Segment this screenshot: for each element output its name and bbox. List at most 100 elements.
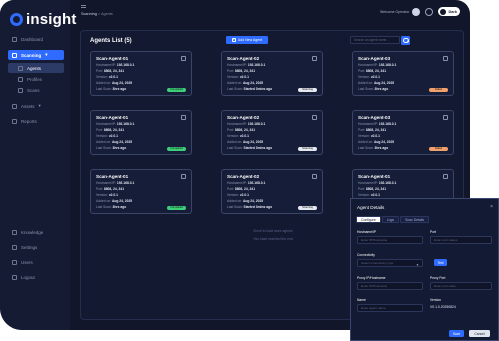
theme-toggle[interactable]: Dark	[438, 7, 460, 16]
plus-icon: +	[231, 38, 236, 42]
status-badge: Scanning	[298, 205, 317, 210]
cancel-button[interactable]: Cancel	[469, 330, 490, 337]
sidebar-item-profiles[interactable]: Profiles	[8, 74, 64, 84]
save-button[interactable]: Save	[449, 330, 464, 337]
name-label: Name	[357, 298, 366, 302]
agent-version: Version: v2.0.1	[227, 134, 250, 138]
sidebar-item-knowledge[interactable]: Knowledge	[8, 227, 64, 237]
agent-card[interactable]: Scan-Agent-02 Hostname/IP: 192.168.0.1 Por…	[221, 110, 323, 155]
sidebar-item-label: Settings	[21, 244, 38, 250]
open-details-icon[interactable]	[181, 173, 186, 179]
agent-host: Hostname/IP: 192.168.0.1	[358, 63, 397, 67]
menu-icon[interactable]	[81, 5, 86, 8]
sidebar-item-settings[interactable]: Settings	[8, 242, 64, 252]
sidebar-item-agents[interactable]: Agents	[8, 63, 64, 73]
agent-added: Added on: Aug 24, 2025	[358, 140, 395, 144]
agent-host: Hostname/IP: 192.168.0.1	[358, 181, 397, 185]
connectivity-placeholder: Select connectivity type	[361, 261, 394, 265]
proxy-host-field[interactable]: Enter IP/Hostname	[357, 282, 423, 290]
agent-details-modal: Agent Details × Configure Logs Scan Deta…	[350, 198, 499, 341]
agent-card[interactable]: Scan-Agent-02 Hostname/IP: 192.168.0.1 Por…	[221, 169, 323, 214]
status-badge: Scanning	[298, 146, 317, 151]
proxy-port-field[interactable]: Enter port value	[430, 282, 492, 290]
agent-last-scan: Last Scan: 3hrs ago	[96, 146, 127, 150]
sidebar-item-scans[interactable]: Scans	[8, 85, 64, 95]
agent-card[interactable]: Scan-Agent-01 Hostname/IP: 192.168.0.1 Por…	[90, 110, 192, 155]
sidebar-item-assets[interactable]: Assets ▾	[8, 101, 64, 111]
agent-host: Hostname/IP: 192.168.0.1	[227, 181, 266, 185]
users-icon	[12, 259, 17, 265]
sidebar-item-users[interactable]: Users	[8, 257, 64, 267]
agent-port: Port: 8808, 24, 341	[96, 187, 125, 191]
status-badge: Completed	[167, 146, 186, 151]
open-details-icon[interactable]	[312, 173, 317, 179]
proxy-host-label: Proxy IP/Hostname	[357, 276, 386, 280]
logo-text: insight	[26, 11, 77, 28]
agent-host: Hostname/IP: 192.168.0.1	[227, 122, 266, 126]
sidebar-item-scanning[interactable]: Scanning ▾	[8, 50, 64, 60]
open-details-icon[interactable]	[312, 114, 317, 120]
agent-host: Hostname/IP: 192.168.0.1	[358, 122, 397, 126]
notification-icon[interactable]	[425, 7, 433, 16]
breadcrumb-root[interactable]: Scanning	[81, 12, 97, 16]
version-label: Version	[430, 298, 441, 302]
agent-name: Scan-Agent-01	[358, 174, 391, 179]
open-details-icon[interactable]	[443, 114, 448, 120]
agent-card[interactable]: Scan-Agent-02 Hostname/IP: 192.168.0.1 Por…	[221, 51, 323, 96]
open-details-icon[interactable]	[443, 173, 448, 179]
open-details-icon[interactable]	[181, 114, 186, 120]
agent-port: Port: 8808, 24, 341	[227, 128, 256, 132]
tab-scan-details[interactable]: Scan Details	[400, 216, 430, 223]
sidebar-item-label: Reports	[21, 118, 37, 124]
chevron-down-icon: ▾	[45, 52, 48, 57]
agent-added: Added on: Aug 24, 2025	[96, 140, 133, 144]
knowledge-icon	[12, 229, 17, 235]
agent-name: Scan-Agent-02	[227, 56, 260, 61]
agent-card[interactable]: Scan-Agent-03 Hostname/IP: 192.168.0.1 Por…	[352, 110, 454, 155]
agent-version: Version: v2.0.1	[227, 75, 250, 79]
add-agent-button[interactable]: + Add New Agent	[226, 36, 268, 44]
tab-configure[interactable]: Configure	[356, 216, 381, 223]
logo[interactable]: insight	[10, 11, 77, 28]
agent-version: Version: v2.0.1	[358, 134, 381, 138]
sidebar-item-dashboard[interactable]: Dashboard	[8, 34, 64, 44]
sidebar-item-label: Agents	[27, 65, 42, 71]
chevron-down-icon: ▾	[38, 103, 41, 108]
search-icon[interactable]	[401, 35, 410, 45]
search-input[interactable]: Search an agent name...	[350, 36, 400, 44]
sidebar: insight Dashboard Scanning ▾ Agents Prof…	[0, 0, 76, 330]
agent-name: Scan-Agent-01	[96, 174, 129, 179]
open-details-icon[interactable]	[312, 55, 317, 61]
status-badge: Completed	[167, 87, 186, 92]
avatar[interactable]	[412, 7, 420, 16]
agent-version: Version: v2.0.1	[96, 193, 119, 197]
agent-last-scan: Last Scan: 3hrs ago	[96, 87, 127, 91]
tab-logs[interactable]: Logs	[381, 216, 400, 223]
sidebar-item-reports[interactable]: Reports	[8, 116, 64, 126]
sidebar-item-label: Logout	[21, 274, 35, 280]
agent-last-scan: Last Scan: Started 3mins ago	[227, 205, 273, 209]
agent-name-field[interactable]: Enter agent name	[357, 304, 423, 312]
hostname-field[interactable]: Enter IP/Hostname	[357, 236, 423, 244]
agent-port: Port: 8808, 24, 341	[96, 69, 125, 73]
open-details-icon[interactable]	[181, 55, 186, 61]
agent-port: Port: 8808, 24, 341	[96, 128, 125, 132]
close-icon[interactable]: ×	[490, 204, 493, 210]
agent-card[interactable]: Scan-Agent-01 Hostname/IP: 192.168.0.1 Por…	[90, 51, 192, 96]
welcome-text: Welcome Operator	[380, 10, 410, 14]
agent-card[interactable]: Scan-Agent-01 Hostname/IP: 192.168.0.1 Por…	[90, 169, 192, 214]
test-button[interactable]: Test	[434, 259, 447, 266]
port-field[interactable]: Enter port values	[430, 236, 492, 244]
top-bar: Scanning > Agents Welcome Operator Dark	[70, 0, 470, 22]
agent-added: Added on: Aug 24, 2025	[227, 199, 264, 203]
breadcrumb-leaf: Agents	[100, 12, 113, 16]
agent-port: Port: 8808, 24, 341	[227, 69, 256, 73]
modal-title: Agent Details	[357, 205, 385, 210]
connectivity-select[interactable]: Select connectivity type ▼	[357, 259, 423, 267]
profile-icon	[18, 76, 23, 82]
chevron-down-icon: ▼	[416, 263, 419, 267]
agent-card[interactable]: Scan-Agent-03 Hostname/IP: 192.168.0.1 Por…	[352, 51, 454, 96]
open-details-icon[interactable]	[443, 55, 448, 61]
sidebar-item-logout[interactable]: Logout	[8, 272, 64, 282]
sidebar-nav: Dashboard Scanning ▾ Agents Profiles Sca…	[8, 34, 64, 126]
